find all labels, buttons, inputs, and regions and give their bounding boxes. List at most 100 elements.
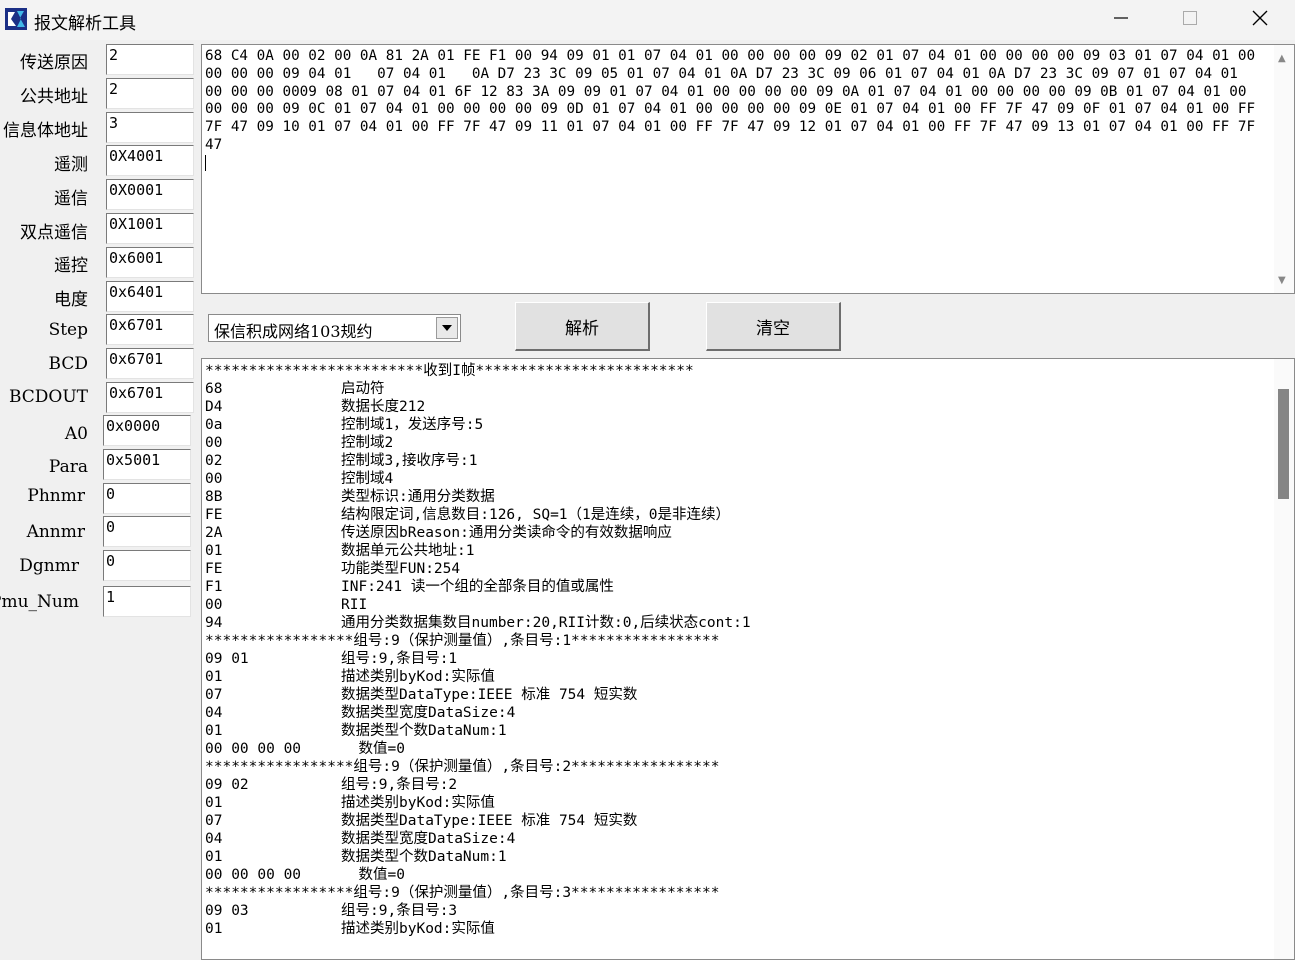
cause-field[interactable]: 2 — [106, 44, 194, 75]
scroll-up-icon[interactable]: ▲ — [1278, 53, 1286, 64]
output-line-desc: 数据类型DataType:IEEE 标准 754 短实数 — [341, 813, 638, 829]
bcdout-field[interactable]: 0x6701 — [106, 382, 194, 413]
output-line-desc: 类型标识:通用分类数据 — [341, 489, 495, 505]
label-cause: 传送原因 — [20, 53, 88, 73]
output-line: 01 描述类别byKod:实际值 — [205, 668, 1270, 686]
output-line: D4 数据长度212 — [205, 398, 1270, 416]
output-line-hex: D4 — [205, 399, 223, 415]
common-address-field[interactable]: 2 — [106, 78, 194, 109]
output-scroll-thumb[interactable] — [1278, 389, 1289, 499]
title-bar: 报文解析工具 — [0, 0, 1295, 40]
telemetry-field[interactable]: 0X4001 — [106, 145, 194, 176]
output-line-desc: 数据类型宽度DataSize:4 — [341, 831, 516, 847]
label-step: Step — [48, 320, 88, 340]
scroll-down-icon[interactable]: ▼ — [1278, 275, 1286, 286]
output-line: 00 00 00 00 数值=0 — [205, 866, 1270, 884]
output-line-hex: 68 — [205, 381, 223, 397]
energy-field[interactable]: 0x6401 — [106, 281, 194, 312]
text-caret — [205, 154, 206, 171]
output-line-hex: 07 — [205, 813, 223, 829]
maximize-icon — [1182, 10, 1198, 30]
bcd-field[interactable]: 0x6701 — [106, 348, 194, 379]
telecontrol-field[interactable]: 0x6001 — [106, 247, 194, 278]
label-pmu-num: Pmu_Num — [0, 592, 79, 612]
label-a0: A0 — [64, 424, 88, 444]
output-line: 68 启动符 — [205, 380, 1270, 398]
telesignal-field[interactable]: 0X0001 — [106, 179, 194, 210]
clear-button[interactable]: 清空 — [706, 302, 841, 351]
parse-output[interactable]: *************************收到I帧***********… — [201, 358, 1295, 960]
label-double-telesignal: 双点遥信 — [20, 223, 88, 243]
output-line: 02 控制域3,接收序号:1 — [205, 452, 1270, 470]
output-line-hex: FE — [205, 507, 223, 523]
output-line-desc: 启动符 — [341, 381, 385, 397]
hex-input-text[interactable]: 68 C4 0A 00 02 00 0A 81 2A 01 FE F1 00 9… — [205, 48, 1260, 173]
output-line-hex: 04 — [205, 705, 223, 721]
output-line-hex: 01 — [205, 543, 223, 559]
output-line-hex: 00 — [205, 435, 223, 451]
output-line-desc: 描述类别byKod:实际值 — [341, 669, 495, 685]
label-energy: 电度 — [54, 290, 88, 310]
pmu-num-field[interactable]: 1 — [103, 586, 191, 617]
double-telesignal-field[interactable]: 0X1001 — [106, 213, 194, 244]
protocol-select-value: 保信积成网络103规约 — [214, 322, 373, 341]
info-address-field[interactable]: 3 — [106, 112, 194, 143]
output-line-hex: 01 — [205, 723, 223, 739]
output-line-hex: 09 02 — [205, 777, 249, 793]
output-line: FE 功能类型FUN:254 — [205, 560, 1270, 578]
output-line-hex: 00 00 00 00 — [205, 867, 302, 883]
output-line: 01 数据类型个数DataNum:1 — [205, 722, 1270, 740]
close-button[interactable] — [1225, 0, 1295, 40]
label-annmr: Annmr — [26, 522, 85, 542]
protocol-select[interactable]: 保信积成网络103规约 — [208, 314, 461, 342]
hex-input[interactable]: 68 C4 0A 00 02 00 0A 81 2A 01 FE F1 00 9… — [201, 44, 1295, 294]
parse-button[interactable]: 解析 — [515, 302, 650, 351]
output-line-hex: 09 03 — [205, 903, 249, 919]
label-bcdout: BCDOUT — [8, 387, 88, 407]
output-line-hex: 04 — [205, 831, 223, 847]
output-line-desc: INF:241 读一个组的全部条目的值或属性 — [341, 579, 614, 595]
output-line-hex: FE — [205, 561, 223, 577]
output-line-desc: 数据类型个数DataNum:1 — [341, 849, 507, 865]
step-field[interactable]: 0x6701 — [106, 314, 194, 345]
output-line-desc: *****************组号:9（保护测量值）,条目号:3******… — [205, 885, 720, 901]
output-line: 07 数据类型DataType:IEEE 标准 754 短实数 — [205, 812, 1270, 830]
output-line-desc: 数据类型个数DataNum:1 — [341, 723, 507, 739]
close-icon — [1251, 9, 1269, 31]
output-line-desc: 组号:9,条目号:3 — [341, 903, 458, 919]
chevron-down-icon[interactable] — [436, 317, 458, 339]
output-line-desc: *****************组号:9（保护测量值）,条目号:1******… — [205, 633, 720, 649]
minimize-button[interactable] — [1086, 0, 1156, 40]
a0-field[interactable]: 0x0000 — [103, 415, 191, 446]
output-line-desc: 描述类别byKod:实际值 — [341, 921, 495, 937]
output-line-hex: 00 00 00 00 — [205, 741, 302, 757]
para-field[interactable]: 0x5001 — [103, 449, 191, 480]
label-common-address: 公共地址 — [20, 87, 88, 107]
output-line-desc: 数值=0 — [341, 867, 405, 883]
output-line-desc: 功能类型FUN:254 — [341, 561, 461, 577]
maximize-button[interactable] — [1155, 0, 1225, 40]
label-info-address: 信息体地址 — [3, 121, 88, 141]
output-line: 00 控制域2 — [205, 434, 1270, 452]
window-title: 报文解析工具 — [34, 14, 136, 34]
output-line: F1 INF:241 读一个组的全部条目的值或属性 — [205, 578, 1270, 596]
output-line: 00 控制域4 — [205, 470, 1270, 488]
hex-input-scrollbar[interactable]: ▲ ▼ — [1274, 45, 1294, 293]
output-line: 0a 控制域1，发送序号:5 — [205, 416, 1270, 434]
annmr-field[interactable]: 0 — [103, 516, 191, 547]
output-line-desc: 数据类型DataType:IEEE 标准 754 短实数 — [341, 687, 638, 703]
output-line-desc: 数据长度212 — [341, 399, 426, 415]
dgnmr-field[interactable]: 0 — [103, 550, 191, 581]
output-header-line: *****************组号:9（保护测量值）,条目号:3******… — [205, 884, 1270, 902]
parse-output-text: *************************收到I帧***********… — [205, 362, 1270, 938]
label-telemetry: 遥测 — [54, 155, 88, 175]
output-scrollbar[interactable] — [1274, 359, 1294, 959]
app-icon — [5, 8, 27, 30]
output-line-desc: 描述类别byKod:实际值 — [341, 795, 495, 811]
output-header-line: *****************组号:9（保护测量值）,条目号:2******… — [205, 758, 1270, 776]
phnmr-field[interactable]: 0 — [103, 483, 191, 514]
output-line-hex: 0a — [205, 417, 223, 433]
output-line-desc: 控制域4 — [341, 471, 394, 487]
output-line-hex: 00 — [205, 597, 223, 613]
output-line-desc: 控制域1，发送序号:5 — [341, 417, 484, 433]
